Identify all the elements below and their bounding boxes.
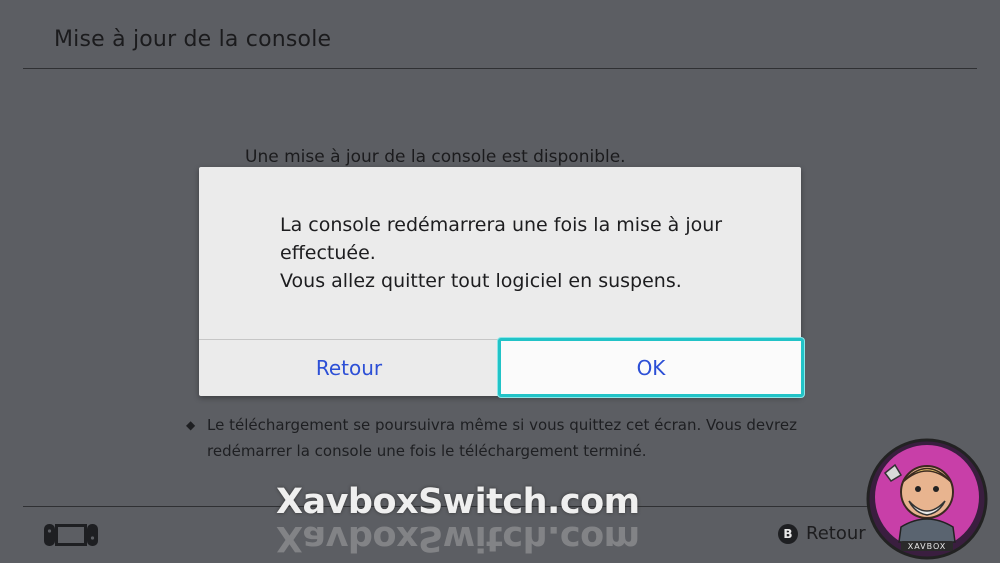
switch-console-icon bbox=[43, 521, 99, 553]
b-back-label: Retour bbox=[806, 523, 866, 544]
dialog-message: La console redémarrera une fois la mise … bbox=[280, 211, 760, 295]
header-divider bbox=[23, 68, 977, 69]
ok-button[interactable]: OK bbox=[498, 338, 804, 397]
watermark-reflection: XavboxSwitch.com bbox=[276, 518, 640, 558]
dialog-message-line: Vous allez quitter tout logiciel en susp… bbox=[280, 270, 682, 292]
diamond-bullet-icon: ◆ bbox=[186, 418, 196, 432]
update-available-text: Une mise à jour de la console est dispon… bbox=[245, 147, 626, 167]
back-button[interactable]: Retour bbox=[199, 340, 499, 396]
svg-text:XAVBOX: XAVBOX bbox=[908, 542, 947, 551]
page-title: Mise à jour de la console bbox=[54, 27, 332, 52]
restart-confirm-dialog: La console redémarrera une fois la mise … bbox=[199, 167, 804, 397]
download-note-line: redémarrer la console une fois le téléch… bbox=[207, 442, 647, 460]
download-note-line: Le téléchargement se poursuivra même si … bbox=[207, 416, 797, 434]
b-back-hint[interactable]: B Retour bbox=[778, 523, 866, 544]
dialog-message-line: effectuée. bbox=[280, 242, 376, 264]
dialog-message-line: La console redémarrera une fois la mise … bbox=[280, 214, 723, 236]
xavbox-logo-badge: XAVBOX bbox=[865, 437, 989, 563]
watermark-text: XavboxSwitch.com bbox=[276, 482, 640, 522]
download-note: ◆ Le téléchargement se poursuivra même s… bbox=[186, 412, 797, 464]
b-button-icon: B bbox=[778, 523, 798, 544]
